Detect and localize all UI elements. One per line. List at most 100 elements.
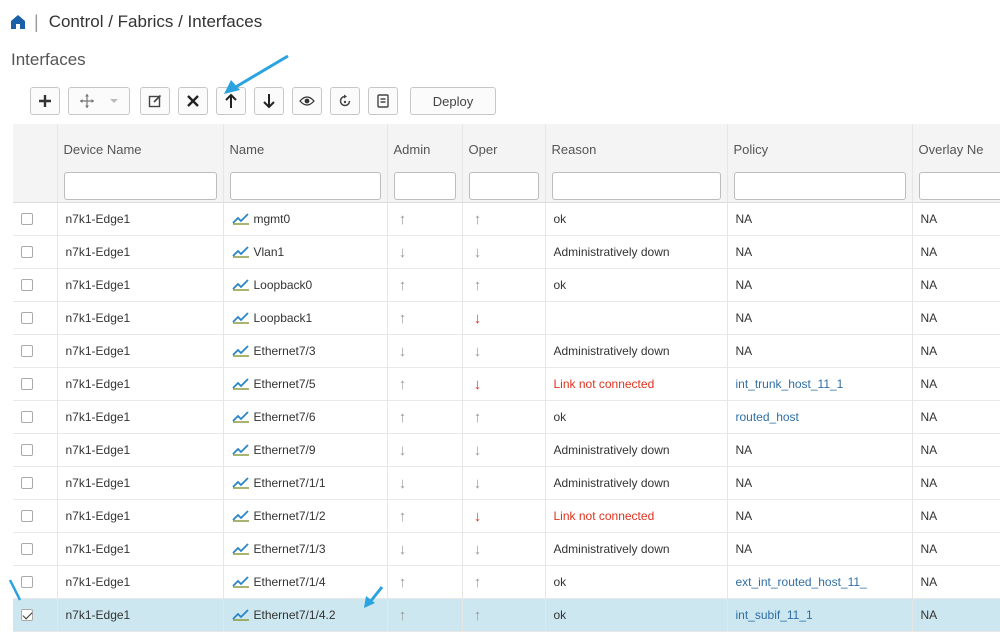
interface-name: Ethernet7/1/3: [253, 542, 326, 556]
add-button[interactable]: [30, 87, 60, 115]
row-checkbox[interactable]: [21, 444, 33, 456]
table-row[interactable]: n7k1-Edge1 Ethernet7/3 ↓ ↓ Administratively …: [13, 334, 1000, 368]
status-down-icon: ↓: [398, 540, 407, 558]
policy-link[interactable]: int_subif_11_1: [727, 598, 913, 632]
filter-name-input[interactable]: [229, 172, 381, 200]
overlay-network-cell: NA: [920, 410, 938, 424]
device-name-cell: n7k1-Edge1: [57, 598, 224, 632]
status-up-icon: ↑: [398, 507, 407, 525]
filter-device-name-input[interactable]: [63, 172, 217, 200]
chart-icon[interactable]: [231, 510, 250, 522]
overlay-network-cell: NA: [920, 443, 938, 457]
chart-icon[interactable]: [231, 312, 250, 324]
interface-name: Ethernet7/1/4: [253, 575, 326, 589]
interface-name: Ethernet7/1/2: [253, 509, 326, 523]
chart-icon[interactable]: [231, 444, 250, 456]
row-checkbox[interactable]: [21, 543, 33, 555]
edit-icon: [148, 94, 162, 108]
chart-icon[interactable]: [231, 246, 250, 258]
reason-cell: Administratively down: [545, 433, 728, 467]
policy-cell: NA: [727, 334, 913, 368]
history-button[interactable]: [368, 87, 398, 115]
oper-status-cell: ↓: [462, 466, 546, 500]
chart-icon[interactable]: [231, 411, 250, 423]
table-row[interactable]: n7k1-Edge1 Ethernet7/1/2 ↑ ↓ Link not connec…: [13, 499, 1000, 533]
overlay-network-cell: NA: [920, 212, 938, 226]
device-name-cell: n7k1-Edge1: [57, 268, 224, 302]
row-select-cell: [13, 334, 58, 368]
chevron-down-icon: [110, 99, 118, 103]
column-header-name[interactable]: Name: [223, 124, 388, 203]
row-checkbox[interactable]: [21, 411, 33, 423]
filter-oper-input[interactable]: [468, 172, 539, 200]
home-icon[interactable]: [10, 14, 26, 30]
row-checkbox[interactable]: [21, 213, 33, 225]
admin-status-cell: ↓: [387, 466, 463, 500]
oper-status-cell: ↓: [462, 301, 546, 335]
filter-admin-input[interactable]: [393, 172, 456, 200]
filter-overlay-network-input[interactable]: [918, 172, 1000, 200]
admin-status-cell: ↓: [387, 235, 463, 269]
filter-policy-input[interactable]: [733, 172, 906, 200]
column-header-device-name[interactable]: Device Name: [57, 124, 224, 203]
column-header-reason[interactable]: Reason: [545, 124, 728, 203]
chart-icon[interactable]: [231, 213, 250, 225]
row-checkbox[interactable]: [21, 477, 33, 489]
column-header-admin[interactable]: Admin: [387, 124, 463, 203]
annotation-arrow-icon: [364, 586, 384, 608]
policy-link[interactable]: int_trunk_host_11_1: [727, 367, 913, 401]
admin-status-cell: ↑: [387, 499, 463, 533]
table-row[interactable]: n7k1-Edge1 Ethernet7/1/4.2 ↑ ↑ ok int_subif_1…: [13, 598, 1000, 632]
table-row[interactable]: n7k1-Edge1 Ethernet7/1/3 ↓ ↓ Administrativel…: [13, 532, 1000, 566]
admin-status-cell: ↑: [387, 367, 463, 401]
overlay-network-cell: NA: [920, 476, 938, 490]
row-checkbox[interactable]: [21, 510, 33, 522]
row-checkbox[interactable]: [21, 378, 33, 390]
chart-icon[interactable]: [231, 576, 250, 588]
table-row[interactable]: n7k1-Edge1 Loopback1 ↑ ↓ NA NA: [13, 301, 1000, 335]
table-row[interactable]: n7k1-Edge1 Loopback0 ↑ ↑ ok NA NA: [13, 268, 1000, 302]
column-header-select: [13, 124, 58, 203]
chart-icon[interactable]: [231, 609, 250, 621]
interface-name: mgmt0: [253, 212, 291, 226]
deploy-button[interactable]: Deploy: [410, 87, 496, 115]
preview-button[interactable]: [292, 87, 322, 115]
policy-link[interactable]: routed_host: [727, 400, 913, 434]
policy-link[interactable]: ext_int_routed_host_11_: [727, 565, 913, 599]
status-down-icon: ↓: [398, 441, 407, 459]
chart-icon[interactable]: [231, 279, 250, 291]
chart-icon[interactable]: [231, 477, 250, 489]
clipboard-icon: [377, 94, 389, 108]
column-header-policy[interactable]: Policy: [727, 124, 913, 203]
table-row[interactable]: n7k1-Edge1 Ethernet7/9 ↓ ↓ Administratively …: [13, 433, 1000, 467]
row-checkbox[interactable]: [21, 312, 33, 324]
overlay-network-cell: NA: [920, 575, 938, 589]
row-checkbox[interactable]: [21, 609, 33, 621]
chart-icon[interactable]: [231, 345, 250, 357]
column-header-overlay-network[interactable]: Overlay Ne: [912, 124, 1000, 203]
row-checkbox[interactable]: [21, 246, 33, 258]
table-row[interactable]: n7k1-Edge1 mgmt0 ↑ ↑ ok NA NA: [13, 202, 1000, 236]
interface-name: Ethernet7/5: [253, 377, 316, 391]
header-separator: |: [34, 11, 39, 32]
chart-icon[interactable]: [231, 543, 250, 555]
table-row[interactable]: n7k1-Edge1 Ethernet7/5 ↑ ↓ Link not connecte…: [13, 367, 1000, 401]
edit-button[interactable]: [140, 87, 170, 115]
oper-status-cell: ↑: [462, 202, 546, 236]
column-header-oper[interactable]: Oper: [462, 124, 546, 203]
row-checkbox[interactable]: [21, 279, 33, 291]
table-row[interactable]: n7k1-Edge1 Ethernet7/1/4 ↑ ↑ ok ext_int_route…: [13, 565, 1000, 599]
row-checkbox[interactable]: [21, 345, 33, 357]
table-row[interactable]: n7k1-Edge1 Ethernet7/1/1 ↓ ↓ Administrativel…: [13, 466, 1000, 500]
move-dropdown-button[interactable]: [68, 87, 130, 115]
filter-reason-input[interactable]: [551, 172, 721, 200]
interface-name: Ethernet7/9: [253, 443, 316, 457]
table-row[interactable]: n7k1-Edge1 Ethernet7/6 ↑ ↑ ok routed_host NA: [13, 400, 1000, 434]
rediscover-button[interactable]: [330, 87, 360, 115]
delete-button[interactable]: [178, 87, 208, 115]
chart-icon[interactable]: [231, 378, 250, 390]
admin-status-cell: ↑: [387, 598, 463, 632]
reason-cell: ok: [545, 268, 728, 302]
table-row[interactable]: n7k1-Edge1 Vlan1 ↓ ↓ Administratively down NA…: [13, 235, 1000, 269]
interface-name: Vlan1: [253, 245, 285, 259]
